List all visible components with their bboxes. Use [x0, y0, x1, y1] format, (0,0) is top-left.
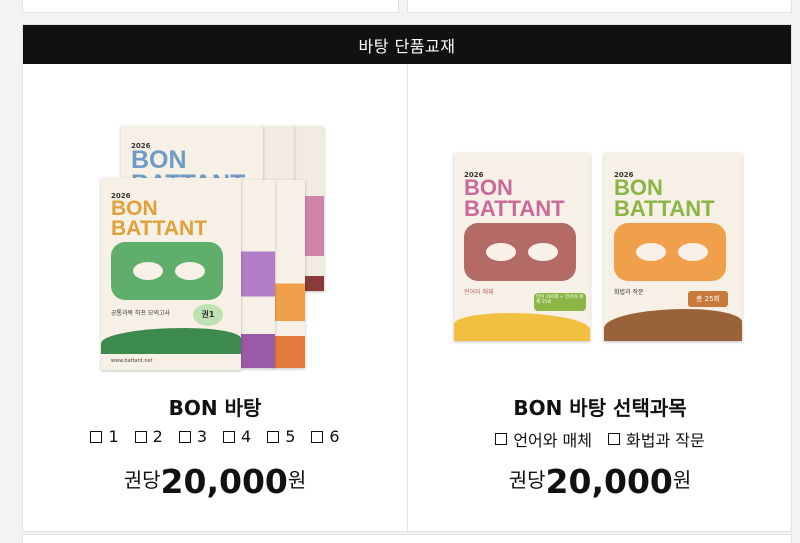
option-volume-6[interactable]: 6	[311, 427, 340, 446]
product-title: BON 바탕 선택과목	[513, 396, 687, 420]
checkbox[interactable]	[267, 430, 280, 443]
option-volume-3[interactable]: 3	[178, 427, 207, 446]
product-card-bon-battant-elective[interactable]: 2026 BON BATTANT 언어와 매체 언어 200제 + 언어와 매체…	[408, 64, 792, 531]
book-badge: 총 25회	[688, 291, 728, 307]
volume-badge: 권1	[193, 304, 223, 326]
section-header: 바탕 단품교재	[23, 25, 791, 64]
product-title: BON 바탕	[168, 396, 262, 420]
checkbox[interactable]	[495, 433, 508, 445]
price: 권당20,000원	[508, 462, 692, 501]
checkbox[interactable]	[90, 430, 103, 443]
option-volume-2[interactable]: 2	[134, 427, 163, 446]
book-cover-mid-3	[273, 180, 305, 368]
checkbox[interactable]	[311, 430, 324, 443]
product-card-bon-battant[interactable]: 2026 BON BATTANT 2026 BON BATTANT 공통과목	[23, 64, 407, 531]
option-list: 1 2 3 4 5 6	[23, 427, 407, 446]
ub-logo-orange	[614, 223, 726, 281]
option-speech-writing[interactable]: 화법과 작문	[608, 427, 705, 451]
checkbox[interactable]	[178, 430, 191, 443]
option-volume-5[interactable]: 5	[267, 427, 295, 446]
option-list: 언어와 매체 화법과 작문	[408, 427, 792, 451]
ub-logo-rose	[464, 223, 576, 281]
book-cover-front: 2026 BON BATTANT 공통과목 하프 모의고사 권1 www.bat…	[101, 178, 241, 370]
ub-logo-green	[111, 242, 223, 300]
top-card-right	[407, 0, 792, 13]
top-card-left	[22, 0, 399, 13]
checkbox[interactable]	[134, 430, 147, 443]
book-cover-mid-2	[239, 180, 275, 368]
product-image-bon-battant: 2026 BON BATTANT 2026 BON BATTANT 공통과목	[101, 126, 331, 376]
price: 권당20,000원	[123, 462, 307, 501]
product-image-elective: 2026 BON BATTANT 언어와 매체 언어 200제 + 언어와 매체…	[454, 153, 744, 343]
option-volume-1[interactable]: 1	[90, 427, 119, 446]
book-cover-language-media: 2026 BON BATTANT 언어와 매체 언어 200제 + 언어와 매체…	[454, 153, 590, 341]
product-panel: 바탕 단품교재 2026 BON BATTANT 2	[22, 24, 792, 532]
book-badge: 언어 200제 + 언어와 매체 15회	[534, 293, 586, 311]
option-language-media[interactable]: 언어와 매체	[495, 427, 592, 451]
book-cover-speech-writing: 2026 BON BATTANT 화법과 작문 총 25회	[604, 153, 742, 341]
checkbox[interactable]	[608, 433, 620, 445]
option-volume-4[interactable]: 4	[223, 427, 251, 446]
checkbox[interactable]	[223, 430, 235, 443]
